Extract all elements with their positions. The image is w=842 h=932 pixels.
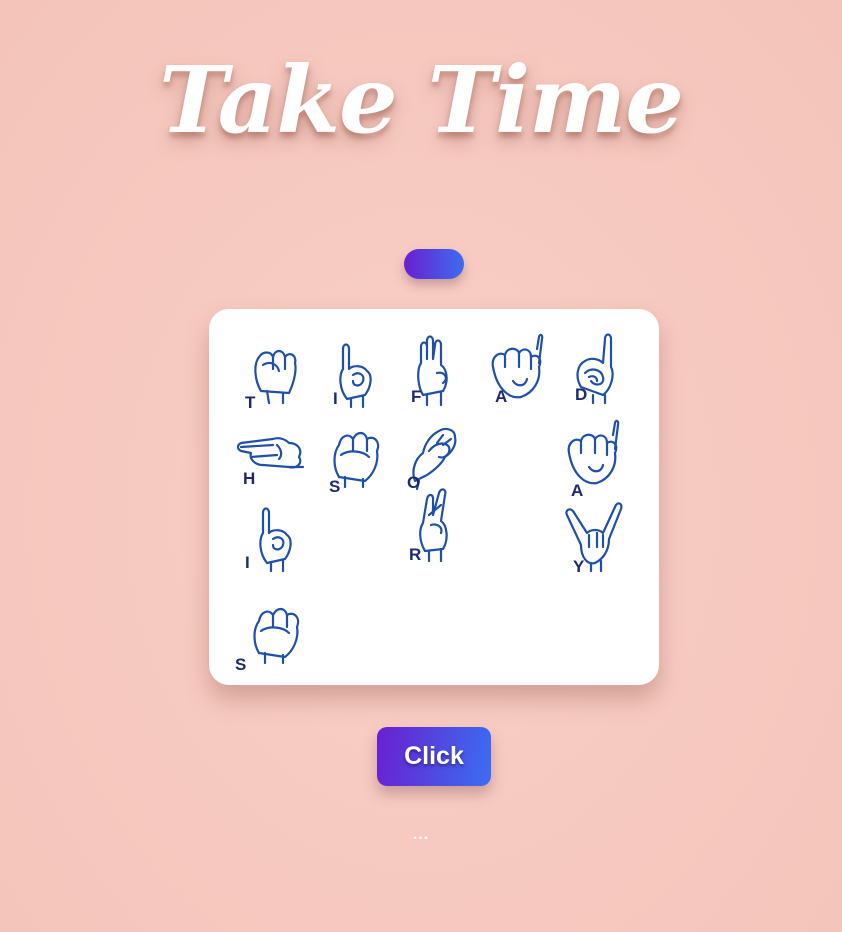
sign-s-item: S [313, 413, 393, 496]
sign-t-item: T [233, 329, 313, 412]
sign-letter-label: H [243, 469, 256, 488]
sign-i-item: I [233, 495, 313, 575]
sign-a-item: A [473, 327, 553, 407]
hand-sign-fist-thumb-side-icon [491, 333, 544, 399]
sign-letter-label: F [411, 387, 422, 406]
sign-i-item: I [313, 331, 393, 411]
sign-letter-label: A [495, 387, 508, 406]
click-button[interactable]: Click [377, 727, 491, 786]
hand-sign-fist-thumb-across-icon [333, 431, 380, 489]
sign-s-item: S [233, 589, 313, 674]
sign-a-item: A [549, 413, 629, 500]
sign-letter-label: S [329, 477, 341, 496]
hand-sign-o-shape-icon [412, 427, 457, 491]
sign-d-item: D [553, 327, 633, 407]
sign-letter-label: D [575, 385, 588, 404]
sign-o-item: O [393, 413, 473, 493]
page-title: Take Time [159, 46, 684, 154]
hand-sign-index-up-icon [576, 333, 614, 405]
hand-sign-crossed-fingers-icon [419, 488, 448, 563]
sign-letter-label: R [409, 545, 422, 564]
sign-letter-label: T [245, 393, 256, 412]
sign-letter-label: I [245, 553, 250, 572]
hand-sign-thumb-and-pinky-icon [565, 502, 623, 573]
sign-language-card: TIFADHSOAIRYS [209, 309, 659, 685]
hand-sign-pinky-up-icon [339, 343, 372, 409]
sign-letter-label: S [235, 655, 247, 674]
sign-f-item: F [393, 329, 473, 409]
hand-sign-three-fingers-icon [417, 335, 448, 407]
sign-h-item: H [233, 413, 313, 493]
status-text: ... [412, 826, 430, 843]
hand-sign-fist-thumb-side-icon [567, 419, 620, 485]
sign-letter-label: Y [573, 557, 585, 576]
sign-letter-label: I [333, 389, 338, 408]
sign-r-item: R [393, 485, 473, 565]
sign-y-item: Y [553, 495, 633, 576]
mode-indicator-pill[interactable] [404, 249, 464, 279]
